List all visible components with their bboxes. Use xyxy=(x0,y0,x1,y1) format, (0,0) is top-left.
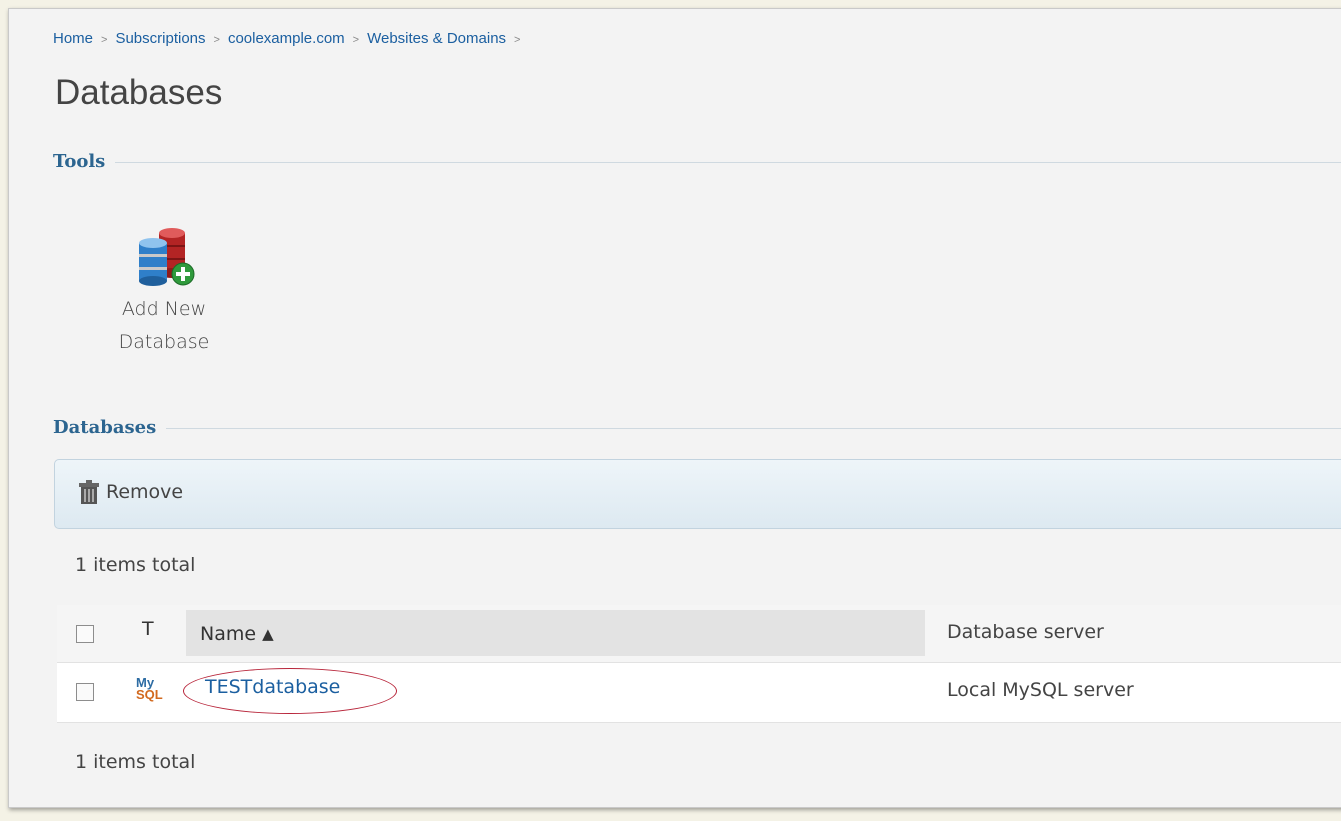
breadcrumb-separator: > xyxy=(101,33,108,46)
remove-button[interactable]: Remove xyxy=(78,480,183,504)
add-new-database-button[interactable]: Add New Database xyxy=(99,223,229,359)
column-header-name-label: Name xyxy=(200,623,257,645)
add-database-icon xyxy=(139,228,195,286)
add-new-database-label-line2: Database xyxy=(118,331,210,353)
row-checkbox[interactable] xyxy=(76,683,94,701)
breadcrumb-home[interactable]: Home xyxy=(53,30,93,47)
page-title: Databases xyxy=(55,73,223,112)
items-total-bottom: 1 items total xyxy=(75,751,196,773)
databases-table: T Name ▲ Database server My SQL TESTdatab… xyxy=(57,605,1341,723)
mysql-icon: My SQL xyxy=(136,676,163,707)
database-name-link[interactable]: TESTdatabase xyxy=(205,676,340,698)
table-row: My SQL TESTdatabase Local MySQL server xyxy=(57,662,1341,723)
section-divider xyxy=(53,162,1341,163)
trash-icon xyxy=(79,480,99,504)
items-total-top: 1 items total xyxy=(75,554,196,576)
sort-ascending-icon: ▲ xyxy=(262,625,274,643)
breadcrumb: Home > Subscriptions > coolexample.com >… xyxy=(53,30,528,47)
breadcrumb-subscriptions[interactable]: Subscriptions xyxy=(115,30,205,47)
add-new-database-label-line1: Add New xyxy=(121,298,207,320)
mysql-icon-text-sql: SQL xyxy=(136,687,163,702)
select-all-checkbox[interactable] xyxy=(76,625,94,643)
breadcrumb-domain[interactable]: coolexample.com xyxy=(228,30,345,47)
tools-section-header: Tools xyxy=(53,152,1341,172)
column-header-type: T xyxy=(142,618,154,640)
content-panel: Home > Subscriptions > coolexample.com >… xyxy=(8,8,1341,808)
databases-section-title: Databases xyxy=(53,418,167,438)
databases-section-header: Databases xyxy=(53,418,1341,438)
breadcrumb-separator: > xyxy=(352,33,360,46)
database-server-value: Local MySQL server xyxy=(947,679,1134,701)
section-divider xyxy=(53,428,1341,429)
column-header-database-server: Database server xyxy=(947,621,1104,643)
remove-label: Remove xyxy=(106,481,184,503)
column-header-name: Name ▲ xyxy=(200,623,274,645)
breadcrumb-websites-domains[interactable]: Websites & Domains xyxy=(367,30,506,47)
column-header-name-sort[interactable]: Name ▲ xyxy=(186,610,925,656)
add-new-database-label: Add New Database xyxy=(99,293,229,359)
databases-toolbar: Remove xyxy=(54,459,1341,529)
breadcrumb-separator: > xyxy=(213,33,220,46)
table-header-row: T Name ▲ Database server xyxy=(57,605,1341,662)
tools-section-title: Tools xyxy=(53,152,116,172)
breadcrumb-separator: > xyxy=(514,33,521,46)
